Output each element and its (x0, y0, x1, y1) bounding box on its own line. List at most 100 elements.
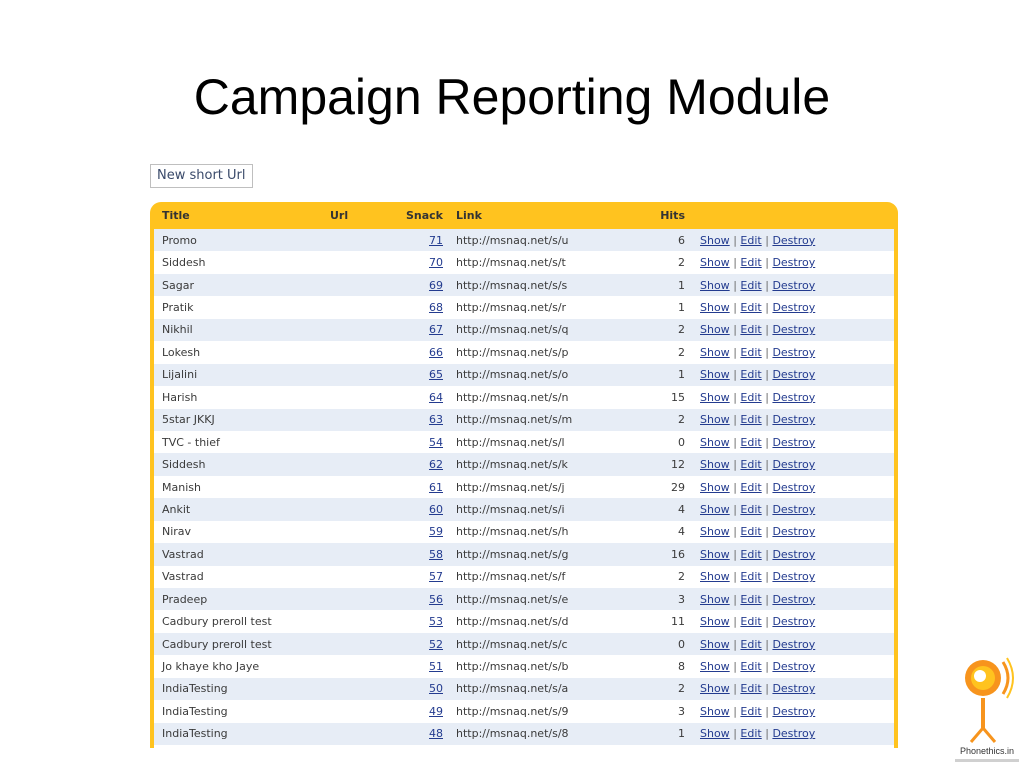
destroy-link[interactable]: Destroy (772, 234, 815, 247)
show-link[interactable]: Show (700, 525, 730, 538)
edit-link[interactable]: Edit (740, 503, 761, 516)
destroy-link[interactable]: Destroy (772, 413, 815, 426)
row-snack-link[interactable]: 63 (429, 413, 443, 426)
edit-link[interactable]: Edit (740, 481, 761, 494)
edit-link[interactable]: Edit (740, 570, 761, 583)
destroy-link[interactable]: Destroy (772, 301, 815, 314)
edit-link[interactable]: Edit (740, 301, 761, 314)
show-link[interactable]: Show (700, 660, 730, 673)
destroy-link[interactable]: Destroy (772, 256, 815, 269)
destroy-link[interactable]: Destroy (772, 638, 815, 651)
show-link[interactable]: Show (700, 570, 730, 583)
show-link[interactable]: Show (700, 391, 730, 404)
show-link[interactable]: Show (700, 301, 730, 314)
row-snack-link[interactable]: 58 (429, 548, 443, 561)
edit-link[interactable]: Edit (740, 705, 761, 718)
edit-link[interactable]: Edit (740, 368, 761, 381)
destroy-link[interactable]: Destroy (772, 570, 815, 583)
show-link[interactable]: Show (700, 503, 730, 516)
show-link[interactable]: Show (700, 548, 730, 561)
show-link[interactable]: Show (700, 413, 730, 426)
show-link[interactable]: Show (700, 368, 730, 381)
row-snack-link[interactable]: 49 (429, 705, 443, 718)
show-link[interactable]: Show (700, 593, 730, 606)
destroy-link[interactable]: Destroy (772, 346, 815, 359)
destroy-link[interactable]: Destroy (772, 548, 815, 561)
row-snack-link[interactable]: 67 (429, 323, 443, 336)
row-snack-link[interactable]: 65 (429, 368, 443, 381)
row-snack-link[interactable]: 52 (429, 638, 443, 651)
row-snack-link[interactable]: 53 (429, 615, 443, 628)
edit-link[interactable]: Edit (740, 413, 761, 426)
show-link[interactable]: Show (700, 234, 730, 247)
row-snack-link[interactable]: 56 (429, 593, 443, 606)
row-snack-link[interactable]: 70 (429, 256, 443, 269)
row-snack-link[interactable]: 61 (429, 481, 443, 494)
show-link[interactable]: Show (700, 615, 730, 628)
show-link[interactable]: Show (700, 727, 730, 740)
row-snack-link[interactable]: 69 (429, 279, 443, 292)
row-snack-link[interactable]: 62 (429, 458, 443, 471)
row-snack-link[interactable]: 50 (429, 682, 443, 695)
edit-link[interactable]: Edit (740, 593, 761, 606)
destroy-link[interactable]: Destroy (772, 682, 815, 695)
show-link[interactable]: Show (700, 436, 730, 449)
edit-link[interactable]: Edit (740, 391, 761, 404)
table-body-viewport[interactable]: Promo 71 http://msnaq.net/s/u 6 Show | Edit … (154, 229, 894, 748)
column-header-snack[interactable]: Snack (400, 202, 448, 229)
destroy-link[interactable]: Destroy (772, 660, 815, 673)
edit-link[interactable]: Edit (740, 548, 761, 561)
edit-link[interactable]: Edit (740, 279, 761, 292)
edit-link[interactable]: Edit (740, 638, 761, 651)
row-snack-link[interactable]: 71 (429, 234, 443, 247)
row-snack-link[interactable]: 68 (429, 301, 443, 314)
destroy-link[interactable]: Destroy (772, 481, 815, 494)
edit-link[interactable]: Edit (740, 234, 761, 247)
destroy-link[interactable]: Destroy (772, 279, 815, 292)
show-link[interactable]: Show (700, 346, 730, 359)
row-snack-link[interactable]: 54 (429, 436, 443, 449)
row-snack-link[interactable]: 60 (429, 503, 443, 516)
edit-link[interactable]: Edit (740, 323, 761, 336)
destroy-link[interactable]: Destroy (772, 503, 815, 516)
row-snack-link[interactable]: 57 (429, 570, 443, 583)
destroy-link[interactable]: Destroy (772, 458, 815, 471)
destroy-link[interactable]: Destroy (772, 615, 815, 628)
row-snack-link[interactable]: 48 (429, 727, 443, 740)
destroy-link[interactable]: Destroy (772, 391, 815, 404)
destroy-link[interactable]: Destroy (772, 525, 815, 538)
column-header-url[interactable]: Url (330, 202, 400, 229)
show-link[interactable]: Show (700, 323, 730, 336)
edit-link[interactable]: Edit (740, 660, 761, 673)
destroy-link[interactable]: Destroy (772, 368, 815, 381)
edit-link[interactable]: Edit (740, 458, 761, 471)
edit-link[interactable]: Edit (740, 525, 761, 538)
edit-link[interactable]: Edit (740, 346, 761, 359)
column-header-title[interactable]: Title (154, 202, 330, 229)
edit-link[interactable]: Edit (740, 256, 761, 269)
row-snack-link[interactable]: 64 (429, 391, 443, 404)
edit-link[interactable]: Edit (740, 436, 761, 449)
show-link[interactable]: Show (700, 458, 730, 471)
edit-link[interactable]: Edit (740, 615, 761, 628)
show-link[interactable]: Show (700, 481, 730, 494)
column-header-link[interactable]: Link (448, 202, 648, 229)
edit-link[interactable]: Edit (740, 727, 761, 740)
show-link[interactable]: Show (700, 705, 730, 718)
show-link[interactable]: Show (700, 682, 730, 695)
row-snack-link[interactable]: 51 (429, 660, 443, 673)
new-short-url-button[interactable]: New short Url (150, 164, 253, 188)
edit-link[interactable]: Edit (740, 682, 761, 695)
row-snack-link[interactable]: 66 (429, 346, 443, 359)
destroy-link[interactable]: Destroy (772, 705, 815, 718)
destroy-link[interactable]: Destroy (772, 436, 815, 449)
destroy-link[interactable]: Destroy (772, 593, 815, 606)
show-link[interactable]: Show (700, 638, 730, 651)
show-link[interactable]: Show (700, 279, 730, 292)
table-row: IndiaTesting 50 http://msnaq.net/s/a 2 Show … (154, 677, 894, 701)
column-header-hits[interactable]: Hits (648, 202, 690, 229)
destroy-link[interactable]: Destroy (772, 727, 815, 740)
row-snack-link[interactable]: 59 (429, 525, 443, 538)
show-link[interactable]: Show (700, 256, 730, 269)
destroy-link[interactable]: Destroy (772, 323, 815, 336)
